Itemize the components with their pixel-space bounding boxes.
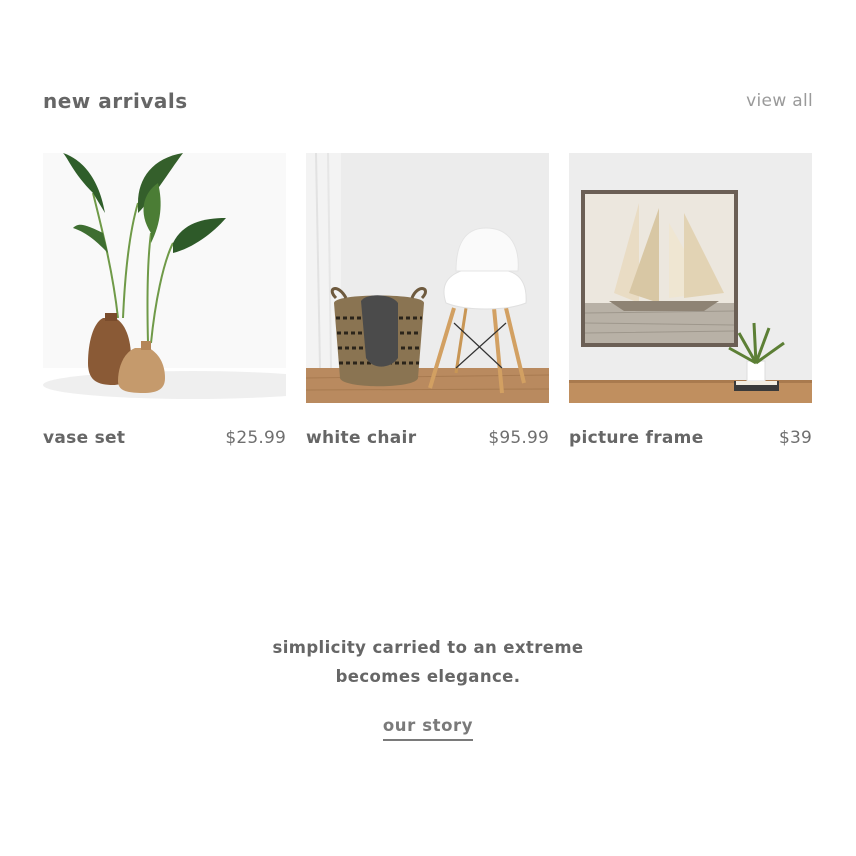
- our-story-cta: our story: [0, 716, 856, 741]
- new-arrivals-header: new arrivals view all: [43, 86, 813, 116]
- section-title: new arrivals: [43, 89, 188, 113]
- brand-quote: simplicity carried to an extreme becomes…: [0, 633, 856, 691]
- quote-line-2: becomes elegance.: [335, 667, 521, 686]
- product-meta: vase set $25.99: [43, 428, 286, 448]
- product-name[interactable]: vase set: [43, 428, 125, 448]
- view-all-link[interactable]: view all: [746, 91, 813, 111]
- our-story-link[interactable]: our story: [382, 716, 474, 741]
- product-meta: picture frame $39: [569, 428, 812, 448]
- picture-frame-image[interactable]: [569, 153, 812, 403]
- product-grid: vase set $25.99 white chair $95.99 pictu…: [43, 153, 813, 448]
- product-name[interactable]: white chair: [306, 428, 416, 448]
- vase-set-image[interactable]: [43, 153, 286, 403]
- white-chair-image[interactable]: [306, 153, 549, 403]
- product-name[interactable]: picture frame: [569, 428, 704, 448]
- quote-line-1: simplicity carried to an extreme: [272, 638, 584, 657]
- product-meta: white chair $95.99: [306, 428, 549, 448]
- product-price: $95.99: [488, 428, 549, 448]
- product-card-picture-frame[interactable]: picture frame $39: [569, 153, 812, 448]
- product-price: $39: [778, 428, 812, 448]
- product-card-white-chair[interactable]: white chair $95.99: [306, 153, 549, 448]
- product-price: $25.99: [225, 428, 286, 448]
- product-card-vase-set[interactable]: vase set $25.99: [43, 153, 286, 448]
